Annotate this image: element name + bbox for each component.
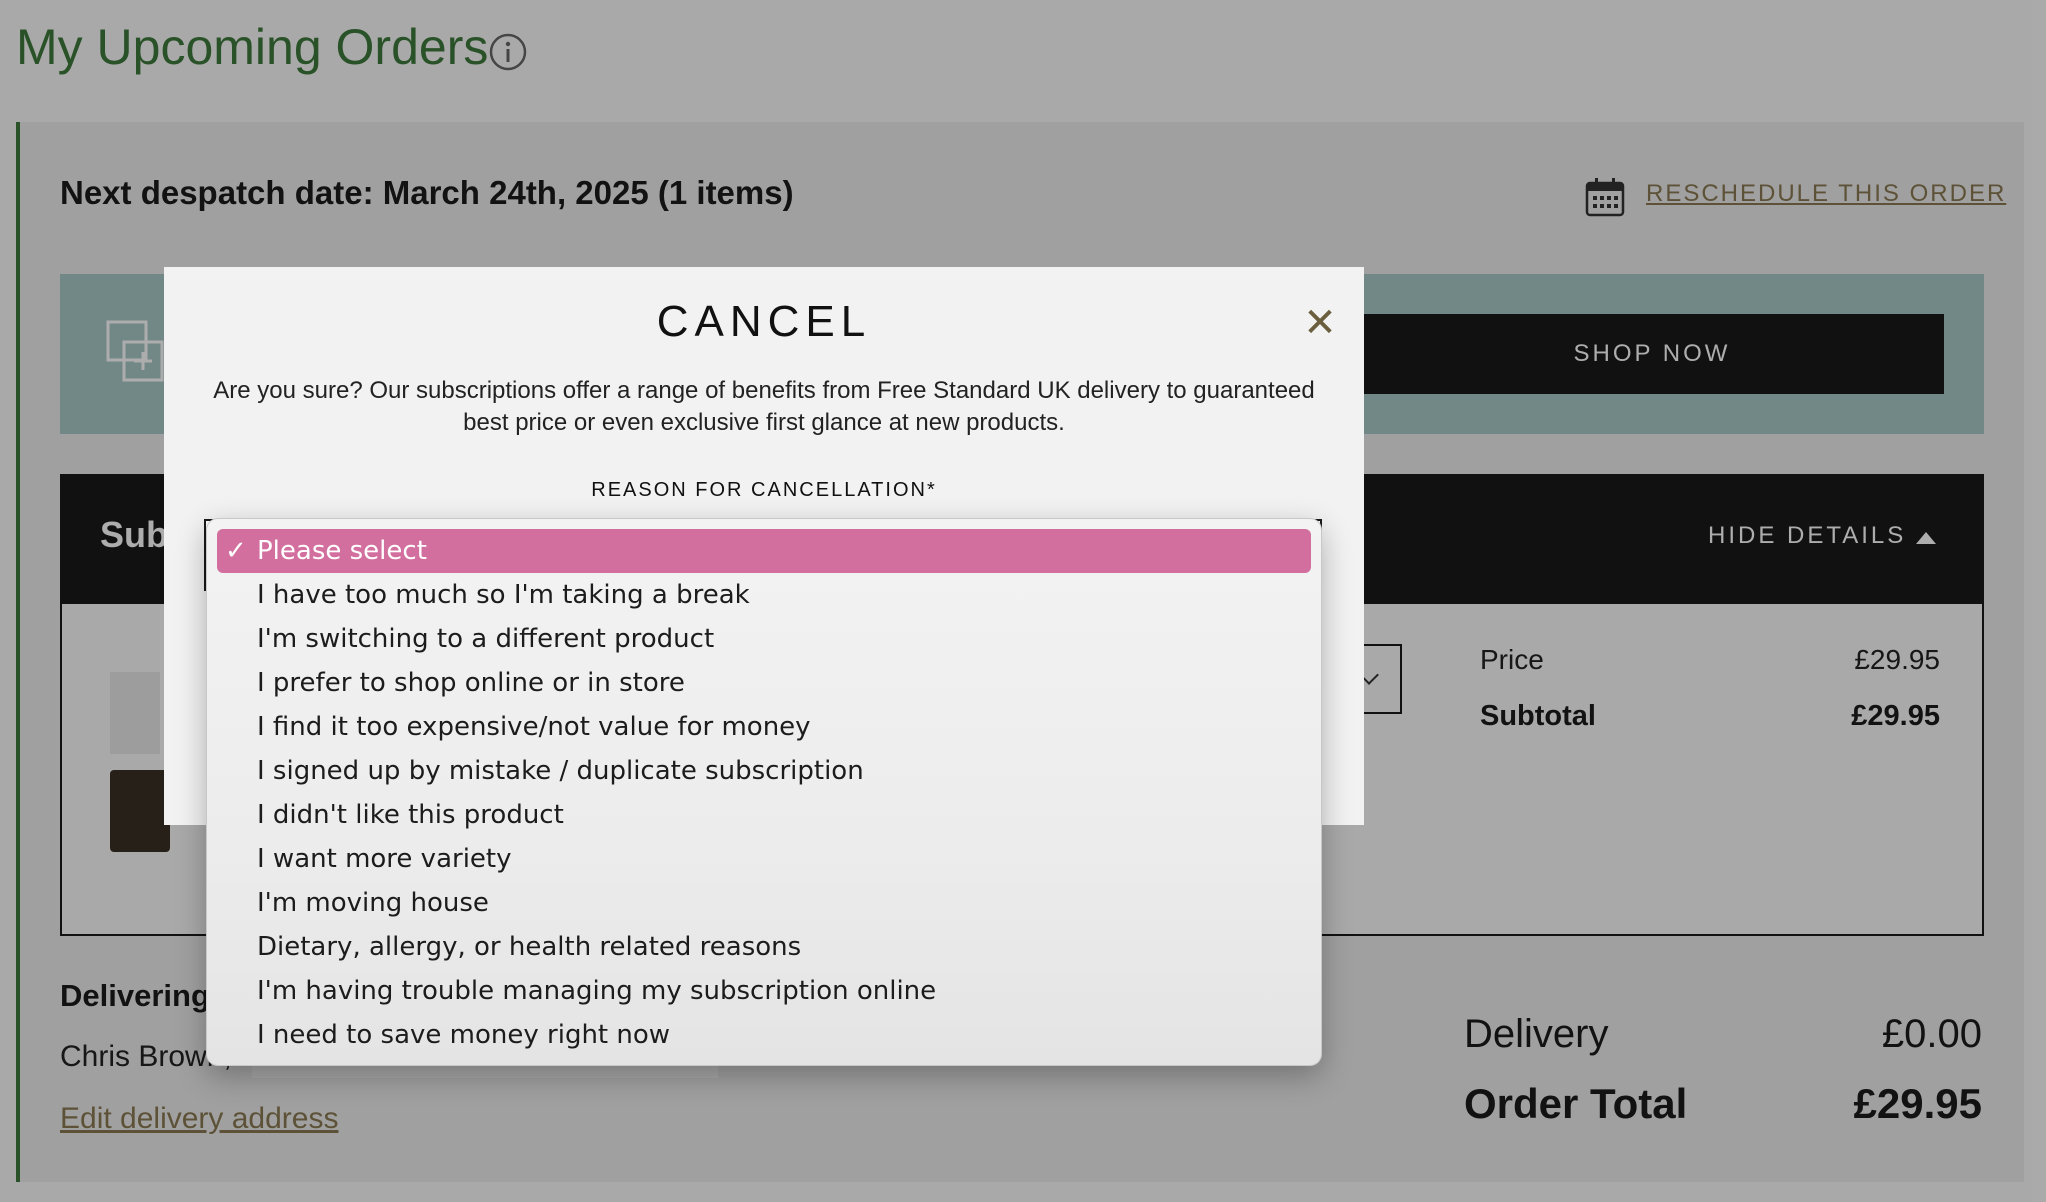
reason-option-label: I find it too expensive/not value for mo…: [257, 712, 811, 742]
reason-option[interactable]: I'm having trouble managing my subscript…: [217, 969, 1311, 1013]
reason-option[interactable]: I have too much so I'm taking a break: [217, 573, 1311, 617]
reason-option-label: I'm moving house: [257, 888, 489, 918]
reason-label: REASON FOR CANCELLATION*: [591, 479, 937, 501]
reason-option[interactable]: ✓ Please select: [217, 529, 1311, 573]
reason-option-label: Please select: [257, 536, 427, 566]
reason-option[interactable]: I want more variety: [217, 837, 1311, 881]
reason-option-label: I didn't like this product: [257, 800, 564, 830]
reason-option[interactable]: I'm switching to a different product: [217, 617, 1311, 661]
modal-title: CANCEL: [656, 297, 872, 346]
modal-description: Are you sure? Our subscriptions offer a …: [213, 377, 1315, 436]
checkmark-icon: ✓: [225, 536, 247, 566]
reason-option[interactable]: I'm moving house: [217, 881, 1311, 925]
reason-option-label: Dietary, allergy, or health related reas…: [257, 932, 802, 962]
reason-option-label: I prefer to shop online or in store: [257, 668, 685, 698]
reason-option-label: I want more variety: [257, 844, 512, 874]
reason-option-label: I signed up by mistake / duplicate subsc…: [257, 756, 864, 786]
reason-option[interactable]: Dietary, allergy, or health related reas…: [217, 925, 1311, 969]
reason-option-label: I'm switching to a different product: [257, 624, 715, 654]
reason-option[interactable]: I find it too expensive/not value for mo…: [217, 705, 1311, 749]
reason-option[interactable]: I prefer to shop online or in store: [217, 661, 1311, 705]
reason-option[interactable]: I didn't like this product: [217, 793, 1311, 837]
reason-option-label: I have too much so I'm taking a break: [257, 580, 750, 610]
reason-option[interactable]: I need to save money right now: [217, 1013, 1311, 1057]
reason-option-label: I'm having trouble managing my subscript…: [257, 976, 937, 1006]
close-icon[interactable]: ✕: [1302, 303, 1338, 343]
reason-dropdown-list: ✓ Please select I have too much so I'm tak…: [206, 518, 1322, 1066]
reason-option-label: I need to save money right now: [257, 1020, 671, 1050]
reason-option[interactable]: I signed up by mistake / duplicate subsc…: [217, 749, 1311, 793]
